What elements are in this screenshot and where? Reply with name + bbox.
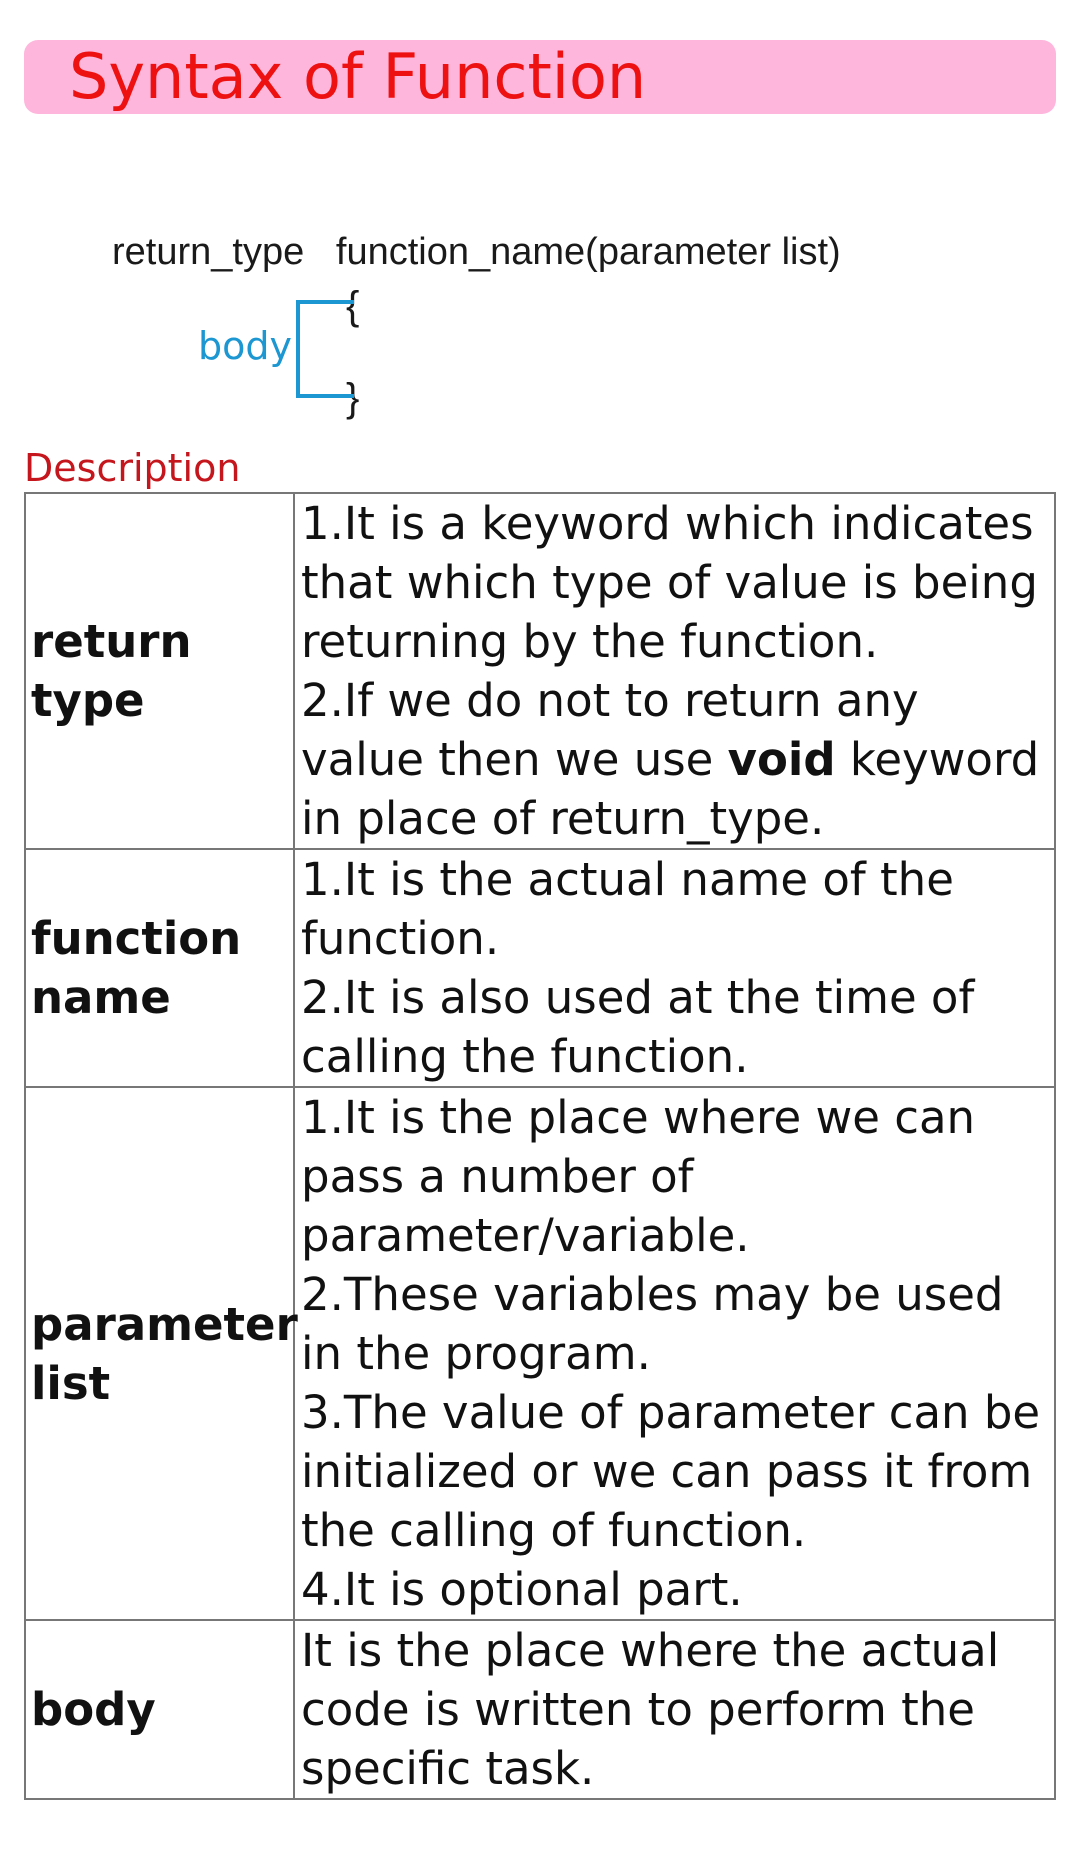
function-signature: return_type function_name(parameter list… — [112, 231, 841, 273]
detail-line: 4.It is optional part. — [301, 1563, 743, 1616]
detail-line: 1.It is a keyword which indicates that w… — [301, 497, 1038, 668]
table-row: function name 1.It is the actual name of… — [24, 848, 1056, 1088]
term-cell: return type — [24, 492, 295, 850]
detail-line: It is the place where the actual code is… — [301, 1624, 1000, 1795]
term-cell: body — [24, 1619, 295, 1800]
term-cell: function name — [24, 848, 295, 1088]
detail-cell: 1.It is the place where we can pass a nu… — [293, 1086, 1056, 1621]
void-keyword: void — [727, 733, 836, 786]
page-title: Syntax of Function — [69, 40, 647, 113]
detail-line: 1.It is the actual name of the function. — [301, 853, 954, 965]
detail-line: 2.These variables may be used in the pro… — [301, 1268, 1004, 1380]
detail-line: 1.It is the place where we can pass a nu… — [301, 1091, 976, 1262]
detail-cell: 1.It is the actual name of the function.… — [293, 848, 1056, 1088]
body-label: body — [198, 324, 292, 368]
description-label: Description — [24, 446, 241, 490]
table-row: body It is the place where the actual co… — [24, 1619, 1056, 1800]
title-banner: Syntax of Function — [24, 40, 1056, 114]
detail-line: 2.It is also used at the time of calling… — [301, 971, 975, 1083]
detail-cell: It is the place where the actual code is… — [293, 1619, 1056, 1800]
table-row: return type 1.It is a keyword which indi… — [24, 492, 1056, 850]
body-bracket-icon — [296, 300, 354, 398]
detail-cell: 1.It is a keyword which indicates that w… — [293, 492, 1056, 850]
detail-line: 2.If we do not to return any value then … — [301, 671, 1050, 848]
table-row: parameter list 1.It is the place where w… — [24, 1086, 1056, 1621]
term-cell: parameter list — [24, 1086, 298, 1621]
detail-line: 3.The value of parameter can be initiali… — [301, 1386, 1041, 1557]
description-table: return type 1.It is a keyword which indi… — [24, 492, 1056, 1800]
